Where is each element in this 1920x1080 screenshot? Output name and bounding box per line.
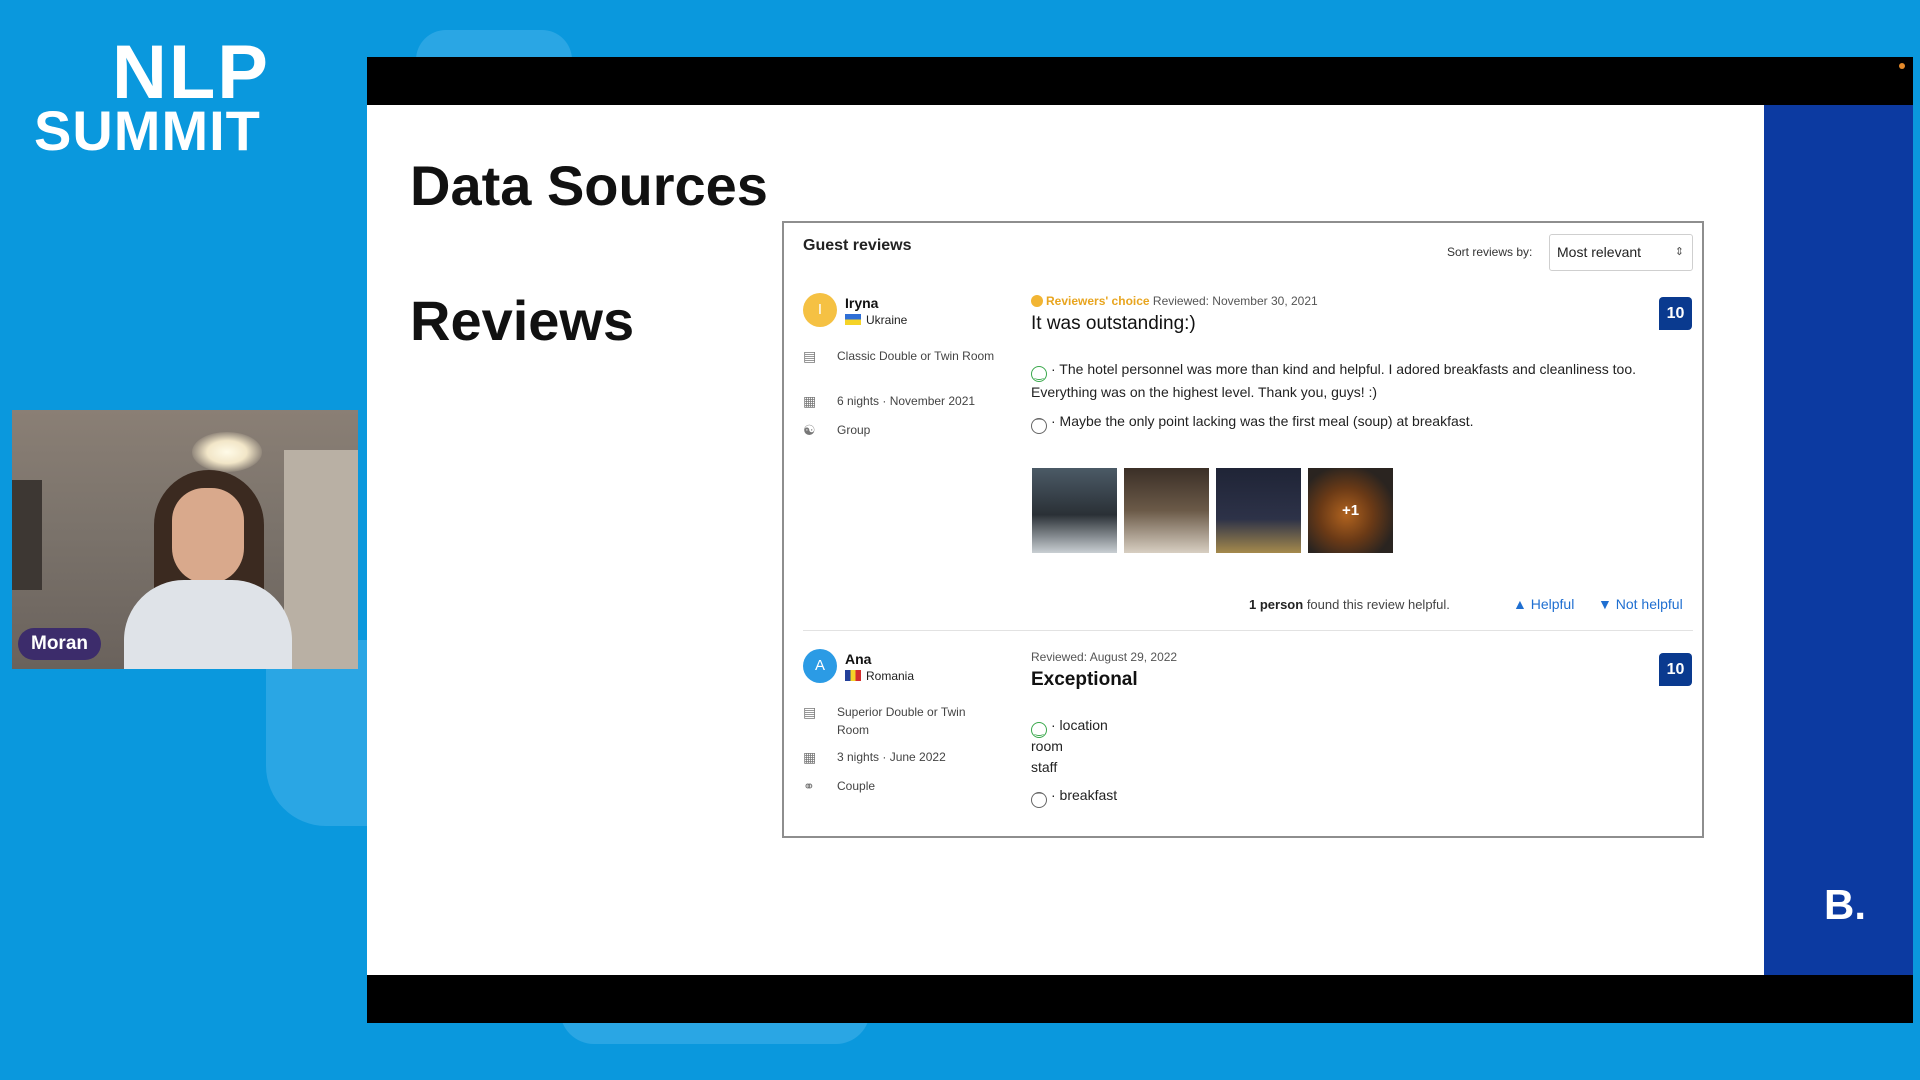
smile-icon: ‿ [1031,366,1047,382]
helpful-button-label: Helpful [1530,596,1575,612]
traveler-type-label: Group [837,423,871,437]
calendar-icon: ▦ [803,749,817,765]
sort-label: Sort reviews by: [1447,245,1533,259]
reviewed-date: Reviewed: November 30, 2021 [1152,294,1318,308]
couple-icon: ⚭ [803,778,815,794]
reviewer-name: Ana [845,651,872,667]
review-score: 10 [1659,653,1692,686]
speaker-webcam: Moran [12,410,358,669]
sort-select[interactable]: Most relevant ⇕ [1549,234,1693,271]
room-type-label: Classic Double or Twin Room [837,349,995,363]
review-title: It was outstanding:) [1031,313,1196,334]
thumbs-down-icon: ▼ [1598,596,1612,612]
webcam-background [12,480,42,590]
reviewer-name: Iryna [845,295,879,311]
review-photo[interactable] [1216,468,1301,553]
avatar: A [803,649,837,683]
chevron-up-down-icon: ⇕ [1674,246,1684,258]
calendar-icon: ▦ [803,393,817,409]
speaker-figure [172,488,244,584]
helpful-button[interactable]: ▲ Helpful [1513,596,1574,612]
negative-comment: ⁀ · Maybe the only point lacking was the … [1031,411,1691,434]
webcam-light [192,432,262,472]
helpful-count-text: found this review helpful. [1306,597,1450,612]
positive-text: · location [1051,717,1108,733]
review-card: I Iryna Ukraine ▤ Classic Double or Twin… [784,293,1702,633]
negative-text: · breakfast [1051,787,1118,803]
review-divider [803,630,1693,631]
review-photo-more[interactable]: +1 [1308,468,1393,553]
shared-screen: Data Sources Reviews Guest reviews Sort … [367,57,1913,1023]
traveler-type-label: Couple [837,779,876,793]
avatar: I [803,293,837,327]
group-icon: ☯ [803,422,816,438]
helpful-count-number: 1 person [1249,597,1304,612]
sort-select-value: Most relevant [1557,244,1642,260]
logo-line-2: SUMMIT [34,99,261,162]
not-helpful-button[interactable]: ▼ Not helpful [1598,596,1683,612]
review-title: Exceptional [1031,669,1138,690]
reviewer-country: Romania [845,669,914,683]
reviewed-date: Reviewed: August 29, 2022 [1031,650,1178,664]
romania-flag-icon [845,670,861,681]
positive-comment: ‿ · location [1031,715,1691,738]
positive-comment-line: room [1031,738,1063,754]
reviewers-choice-badge: Reviewers' choice [1046,294,1150,308]
not-helpful-button-label: Not helpful [1615,596,1683,612]
country-label: Ukraine [866,313,908,327]
nlp-summit-logo: NLP SUMMIT [34,34,274,164]
stay-label: 3 nights · June 2022 [837,750,946,764]
guest-reviews-heading: Guest reviews [803,237,912,254]
slide: Data Sources Reviews Guest reviews Sort … [367,105,1764,975]
positive-comment: ‿ · The hotel personnel was more than kin… [1031,359,1691,403]
negative-comment: ⁀ · breakfast [1031,785,1691,808]
bed-icon: ▤ [803,348,817,364]
country-label: Romania [866,669,915,683]
review-score: 10 [1659,297,1692,330]
bed-icon: ▤ [803,704,817,720]
reviewer-country: Ukraine [845,313,907,327]
thumbs-up-icon: ▲ [1513,596,1527,612]
brand-side-panel: B. [1764,105,1913,975]
reviewed-line: Reviewers' choice Reviewed: November 30,… [1031,294,1318,308]
helpful-count: 1 person found this review helpful. [1249,597,1450,612]
webcam-background [284,450,358,669]
review-photo[interactable] [1124,468,1209,553]
speaker-name-tag: Moran [18,628,101,660]
stay-label: 6 nights · November 2021 [837,394,976,408]
review-photo[interactable] [1032,468,1117,553]
recording-indicator [1899,63,1905,69]
review-card: A Ana Romania ▤ Superior Double or Twin … [784,649,1702,836]
reviewers-choice-icon [1031,295,1043,307]
frown-icon: ⁀ [1031,792,1047,808]
slide-title: Data Sources [410,154,768,217]
positive-comment-line: staff [1031,759,1058,775]
speaker-figure [124,580,292,669]
ukraine-flag-icon [845,314,861,325]
frown-icon: ⁀ [1031,418,1047,434]
room-type-label: Superior Double or Twin Room [837,705,966,737]
negative-text: · Maybe the only point lacking was the f… [1051,413,1474,429]
booking-logo: B. [1824,881,1866,928]
positive-text: · The hotel personnel was more than kind… [1031,361,1636,400]
guest-reviews-panel: Guest reviews Sort reviews by: Most rele… [782,221,1704,838]
slide-subtitle: Reviews [410,289,635,352]
